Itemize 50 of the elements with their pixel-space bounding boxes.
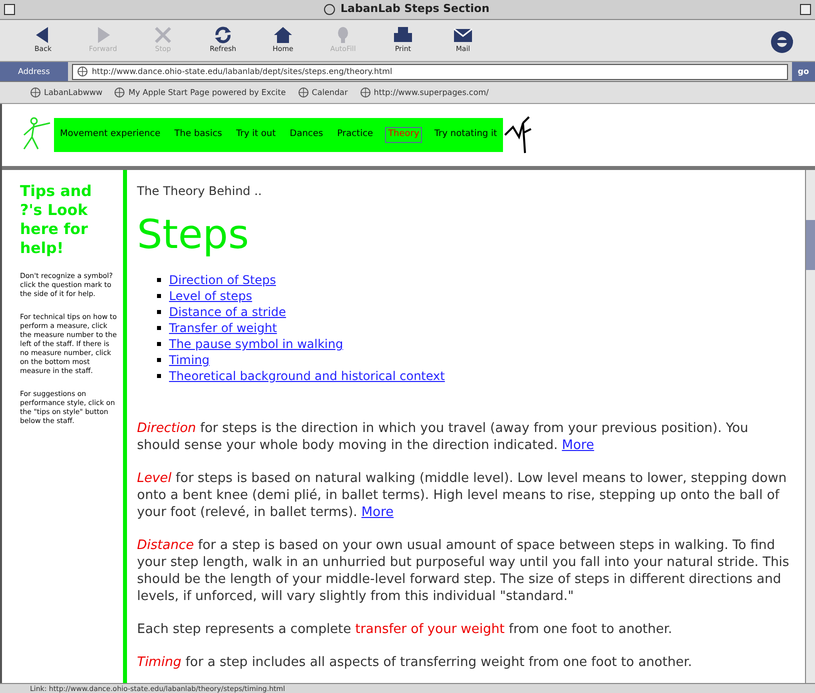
topic-link[interactable]: Theoretical background and historical context [169, 368, 445, 384]
home-icon [272, 26, 294, 44]
go-button[interactable]: go [792, 62, 815, 81]
address-field[interactable]: http://www.dance.ohio-state.edu/labanlab/dept/sites/steps.eng/theory.html [72, 64, 788, 80]
bullet-icon [157, 374, 161, 378]
scrollbar[interactable] [805, 170, 815, 683]
topic-link[interactable]: Direction of Steps [169, 272, 276, 288]
sidebar-heading: Tips and ?'s Look here for help! [20, 182, 93, 258]
favorite-link[interactable]: LabanLabwww [30, 86, 102, 98]
close-box-icon[interactable] [4, 4, 15, 15]
page-icon [360, 87, 371, 98]
nav-link[interactable]: Dances [288, 128, 326, 142]
bullet-icon [157, 310, 161, 314]
kicker-text: The Theory Behind .. [137, 183, 263, 200]
topic-link[interactable]: The pause symbol in walking [169, 336, 344, 352]
page-icon [76, 66, 88, 77]
favorite-link[interactable]: Calendar [298, 86, 348, 98]
more-link[interactable]: More [361, 505, 394, 520]
topic-link[interactable]: Transfer of weight [169, 320, 277, 336]
page-icon [298, 87, 309, 98]
page-title: Steps [137, 212, 250, 258]
nav-link[interactable]: Try it out [234, 128, 278, 142]
topic-link[interactable]: Timing [169, 352, 210, 368]
body-paragraph: Level for steps is based on natural walking (middle level). Low level means to lower, stepping down onto a bent knee (demi plié, in ballet terms). High level means to rise, stepping up onto the ball of your foot (relevé, in ballet terms). More [137, 470, 788, 521]
bullet-icon [157, 326, 161, 330]
close-icon [152, 26, 174, 44]
address-label: Address [0, 62, 68, 81]
envelope-icon [452, 26, 474, 44]
favorite-link[interactable]: http://www.superpages.com/ [360, 86, 489, 98]
page-icon [114, 87, 126, 98]
nav-link[interactable]: Movement experience [58, 128, 162, 142]
nav-link[interactable]: Try notating it [432, 128, 499, 142]
page-icon [30, 87, 41, 98]
more-link[interactable]: More [562, 438, 594, 453]
printer-icon [392, 26, 414, 44]
nav-link[interactable]: Practice [335, 128, 376, 142]
page-icon [324, 4, 335, 15]
topic-link[interactable]: Distance of a stride [169, 304, 286, 320]
body-paragraph: Each step represents a complete transfer of your weight from one foot to another. [137, 621, 674, 638]
body-paragraph: Distance for a step is based on your own usual amount of space between steps in walking. To find your step length, walk in an unhurried but purposeful way until you fall into your natural stride. This should be the length of your middle-level forward step. The size of steps in different directions and levels, if unforced, will vary slightly from this individual "standard." [137, 537, 790, 605]
nav-link[interactable]: The basics [172, 128, 224, 142]
bullet-icon [157, 358, 161, 362]
bullet-icon [157, 342, 161, 346]
body-paragraph: Timing for a step includes all aspects of transferring weight from one foot to another. [137, 654, 693, 671]
bullet-icon [157, 278, 161, 282]
topic-link[interactable]: Level of steps [169, 288, 252, 304]
body-paragraph: Direction for steps is the direction in which you travel (away from your previous position). You should sense your whole body moving in the direction indicated. More [137, 420, 750, 454]
bullet-icon [157, 294, 161, 298]
favorite-link[interactable]: My Apple Start Page powered by Excite [114, 86, 286, 98]
zoom-box-icon[interactable] [800, 4, 811, 15]
